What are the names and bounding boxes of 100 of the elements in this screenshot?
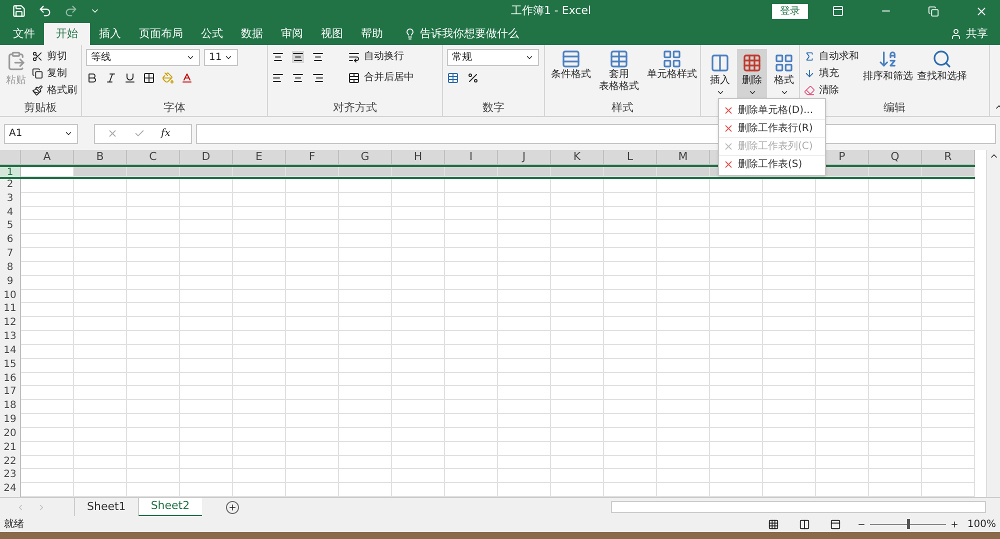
column-header[interactable]: Q [869,150,922,165]
column-header[interactable]: J [498,150,551,165]
font-color-icon [181,72,193,84]
row-header[interactable]: 15 [0,358,21,373]
row-header[interactable]: 11 [0,303,21,318]
column-header[interactable]: I [445,150,498,165]
redo-icon [64,4,78,18]
share-button[interactable]: 共享 [942,23,996,45]
row-header[interactable]: 19 [0,414,21,428]
row-header[interactable]: 3 [0,192,21,207]
row-header[interactable]: 17 [0,386,21,400]
row-header[interactable]: 7 [0,248,21,262]
column-header[interactable]: F [286,150,339,165]
row-header[interactable]: 22 [0,456,21,470]
row-header[interactable]: 14 [0,344,21,359]
row-header[interactable]: 1 [0,167,21,177]
row-header[interactable]: 2 [0,179,21,193]
row-header[interactable]: 6 [0,234,21,248]
vertical-scrollbar[interactable] [986,150,1000,497]
enter-icon [134,128,145,139]
middle-align-icon [292,50,304,62]
clipboard-button[interactable]: 剪切 [32,49,77,64]
menu-item[interactable]: 删除单元格(D)... [719,101,825,119]
column-header[interactable]: E [233,150,286,165]
previous-sheet-icon [16,502,25,512]
top-align-icon [272,50,284,62]
column-header[interactable]: L [604,150,657,165]
ribbon-tab[interactable]: 页面布局 [130,23,192,45]
sort-filter-button[interactable]: 排序和筛选 [863,49,913,98]
cells-button[interactable]: 删除 [737,49,767,99]
number-format-field[interactable]: 常规 [447,49,539,66]
row-header[interactable]: 23 [0,469,21,484]
zoom-slider[interactable] [870,519,946,529]
lightbulb-icon [404,28,416,40]
style-button[interactable]: 条件格式 [549,49,593,93]
login-button[interactable]: 登录 [772,4,808,18]
menu-item[interactable]: 删除工作表行(R) [719,119,825,137]
ribbon-tab[interactable]: 开始 [44,23,90,45]
row-header[interactable]: 4 [0,206,21,220]
horizontal-scrollbar[interactable] [611,501,986,513]
font-name-field[interactable]: 等线 [86,49,200,66]
ribbon-tab[interactable]: 文件 [4,23,44,45]
group-label: 数字 [482,101,504,114]
wrap-text-button[interactable]: 自动换行 [348,49,404,64]
ribbon-tab[interactable]: 数据 [232,23,272,45]
delete-icon [723,159,734,170]
editing-button[interactable]: 填充 [804,66,859,81]
column-header[interactable]: H [392,150,445,165]
row-header[interactable]: 8 [0,262,21,276]
caret-icon [186,53,195,62]
style-button[interactable]: 单元格样式 [645,49,699,93]
column-header[interactable]: B [74,150,127,165]
row-header[interactable]: 16 [0,372,21,386]
column-header[interactable]: C [127,150,180,165]
editing-button[interactable]: 清除 [804,83,859,98]
align-right-icon [312,72,324,84]
row-header[interactable]: 10 [0,290,21,304]
ribbon-tab[interactable]: 审阅 [272,23,312,45]
row-header[interactable]: 20 [0,428,21,442]
style-button[interactable]: 套用 表格格式 [597,49,641,93]
column-header[interactable]: K [551,150,604,165]
caret-icon [716,88,724,97]
zoom-thumb[interactable] [907,519,910,529]
new-sheet-button[interactable] [226,500,239,514]
select-all-corner[interactable] [0,150,21,165]
group-label: 剪贴板 [24,101,57,114]
ribbon-tab[interactable]: 公式 [192,23,232,45]
row-header[interactable]: 12 [0,317,21,332]
caret-icon [748,88,756,97]
insert-function-button[interactable]: fx [161,126,170,141]
clipboard-button[interactable]: 格式刷 [32,83,77,98]
caret-icon [64,129,73,138]
ribbon-tab[interactable]: 视图 [312,23,352,45]
ribbon-tab[interactable]: 帮助 [352,23,392,45]
editing-button[interactable]: 自动求和 [804,49,859,64]
ribbon-tab[interactable]: 插入 [90,23,130,45]
find-select-button[interactable]: 查找和选择 [917,49,967,98]
row-header[interactable]: 18 [0,400,21,414]
bold-icon [86,72,98,84]
undo-icon [38,4,52,18]
clipboard-button[interactable]: 复制 [32,66,77,81]
column-header[interactable]: R [922,150,975,165]
column-header[interactable]: A [21,150,74,165]
name-box[interactable]: A1 [4,124,78,144]
column-header[interactable]: G [339,150,392,165]
merge-center-button[interactable]: 合并后居中 [348,70,414,85]
cells-button[interactable]: 插入 [705,49,735,99]
column-header[interactable]: M [657,150,710,165]
row-header[interactable]: 9 [0,276,21,290]
page-layout-icon [799,518,810,530]
cells-button[interactable]: 格式 [769,49,799,99]
tell-me-field[interactable]: 告诉我你想要做什么 [420,26,560,42]
row-header[interactable]: 13 [0,331,21,345]
menu-item[interactable]: 删除工作表(S) [719,155,825,173]
row-header[interactable]: 5 [0,220,21,234]
sheet-tab[interactable]: Sheet2 [138,498,202,516]
row-header[interactable]: 24 [0,483,21,497]
font-size-field[interactable]: 11 [204,49,238,66]
row-header[interactable]: 21 [0,442,21,456]
column-header[interactable]: D [180,150,233,165]
